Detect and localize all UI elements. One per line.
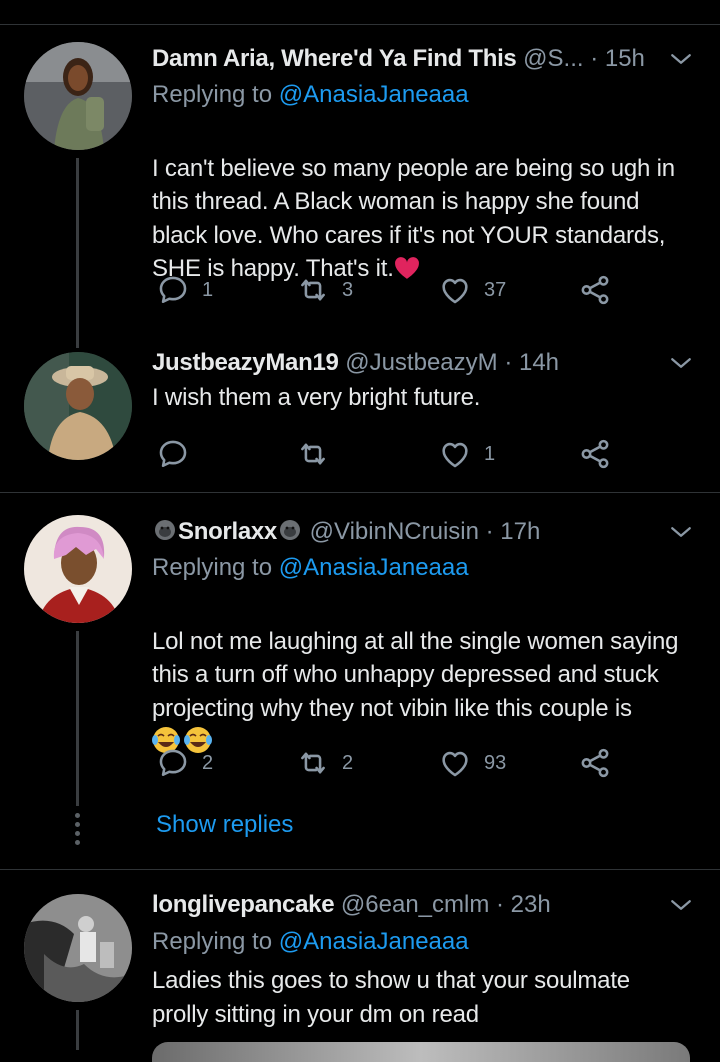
more-replies-dots xyxy=(72,813,82,849)
thread-line xyxy=(76,1010,79,1050)
avatar[interactable] xyxy=(24,352,132,460)
timestamp[interactable]: · 15h xyxy=(590,45,645,72)
reply-button[interactable] xyxy=(156,434,202,474)
chevron-down-icon[interactable] xyxy=(666,890,696,920)
like-count: 37 xyxy=(484,278,507,301)
like-icon xyxy=(438,746,472,780)
retweet-icon xyxy=(296,273,330,307)
share-icon xyxy=(578,746,612,780)
tweet-actions: 1 xyxy=(152,434,690,474)
share-icon xyxy=(578,273,612,307)
replying-prefix: Replying to xyxy=(152,81,279,108)
handle[interactable]: @S... xyxy=(523,45,583,72)
reply-button[interactable]: 2 xyxy=(156,743,213,783)
reply-icon xyxy=(156,746,190,780)
replying-to-link[interactable]: @AnasiaJaneaaa xyxy=(279,554,469,581)
thread-line xyxy=(76,158,79,348)
tweet-text: Lol not me laughing at all the single wo… xyxy=(152,591,690,759)
reply-icon xyxy=(156,437,190,471)
retweet-count: 2 xyxy=(342,751,354,774)
timestamp[interactable]: · 17h xyxy=(486,518,541,545)
replying-to: Replying to @AnasiaJaneaaa xyxy=(152,925,469,959)
tweet-header: longlivepancake @6ean_cmlm · 23h xyxy=(152,888,660,922)
gorilla-emoji xyxy=(155,520,175,540)
avatar[interactable] xyxy=(24,515,132,623)
replying-prefix: Replying to xyxy=(152,928,279,955)
tweet-4[interactable]: longlivepancake @6ean_cmlm · 23h Replyin… xyxy=(0,870,720,1062)
retweet-button[interactable]: 2 xyxy=(296,743,353,783)
display-name[interactable]: JustbeazyMan19 xyxy=(152,349,339,376)
share-icon xyxy=(578,437,612,471)
tweet-text-body: Lol not me laughing at all the single wo… xyxy=(152,627,679,722)
reply-button[interactable]: 1 xyxy=(156,270,213,310)
handle[interactable]: @VibinNCruisin xyxy=(310,518,479,545)
like-count: 1 xyxy=(484,442,496,465)
retweet-button[interactable]: 3 xyxy=(296,270,353,310)
replying-to: Replying to @AnasiaJaneaaa xyxy=(152,78,469,112)
tweet-2[interactable]: JustbeazyMan19 @JustbeazyM · 14h I wish … xyxy=(0,330,720,490)
timestamp[interactable]: · 23h xyxy=(496,891,551,918)
handle[interactable]: @6ean_cmlm xyxy=(341,891,489,918)
replying-to: Replying to @AnasiaJaneaaa xyxy=(152,551,469,585)
tweet-header: Damn Aria, Where'd Ya Find This @S... · … xyxy=(152,42,660,76)
like-count: 93 xyxy=(484,751,507,774)
share-button[interactable] xyxy=(578,743,612,783)
tweet-header: Snorlaxx @VibinNCruisin · 17h xyxy=(152,515,660,549)
reply-count: 1 xyxy=(202,278,214,301)
display-name[interactable]: longlivepancake xyxy=(152,891,335,918)
display-name[interactable]: Snorlaxx xyxy=(178,518,277,545)
like-icon xyxy=(438,437,472,471)
media-preview[interactable] xyxy=(152,1042,690,1062)
gorilla-emoji xyxy=(279,520,300,540)
replying-prefix: Replying to xyxy=(152,554,279,581)
tweet-header: JustbeazyMan19 @JustbeazyM · 14h xyxy=(152,346,660,380)
retweet-icon xyxy=(296,437,330,471)
share-button[interactable] xyxy=(578,270,612,310)
tweet-text: Ladies this goes to show u that your sou… xyxy=(152,967,630,1028)
chevron-down-icon[interactable] xyxy=(666,348,696,378)
like-icon xyxy=(438,273,472,307)
like-button[interactable]: 93 xyxy=(438,743,506,783)
like-button[interactable]: 37 xyxy=(438,270,506,310)
chevron-down-icon[interactable] xyxy=(666,517,696,547)
thread-line xyxy=(76,631,79,806)
tweet-actions: 2 2 93 xyxy=(152,743,690,783)
avatar[interactable] xyxy=(24,42,132,150)
retweet-icon xyxy=(296,746,330,780)
tweet-3[interactable]: Snorlaxx @VibinNCruisin · 17h Replying t… xyxy=(0,493,720,869)
tweet-actions: 1 3 37 xyxy=(152,270,690,310)
handle[interactable]: @JustbeazyM xyxy=(345,349,497,376)
replying-to-link[interactable]: @AnasiaJaneaaa xyxy=(279,81,469,108)
timestamp[interactable]: · 14h xyxy=(504,349,559,376)
reply-icon xyxy=(156,273,190,307)
tweet-text: I wish them a very bright future. xyxy=(152,384,481,411)
show-replies-link[interactable]: Show replies xyxy=(156,808,293,842)
replying-to-link[interactable]: @AnasiaJaneaaa xyxy=(279,928,469,955)
tweet-1[interactable]: Damn Aria, Where'd Ya Find This @S... · … xyxy=(0,0,720,348)
retweet-button[interactable] xyxy=(296,434,342,474)
display-name[interactable]: Damn Aria, Where'd Ya Find This xyxy=(152,45,517,72)
share-button[interactable] xyxy=(578,434,612,474)
chevron-down-icon[interactable] xyxy=(666,44,696,74)
avatar[interactable] xyxy=(24,894,132,1002)
reply-count: 2 xyxy=(202,751,214,774)
retweet-count: 3 xyxy=(342,278,354,301)
tweet-text: I can't believe so many people are being… xyxy=(152,118,690,286)
like-button[interactable]: 1 xyxy=(438,434,495,474)
